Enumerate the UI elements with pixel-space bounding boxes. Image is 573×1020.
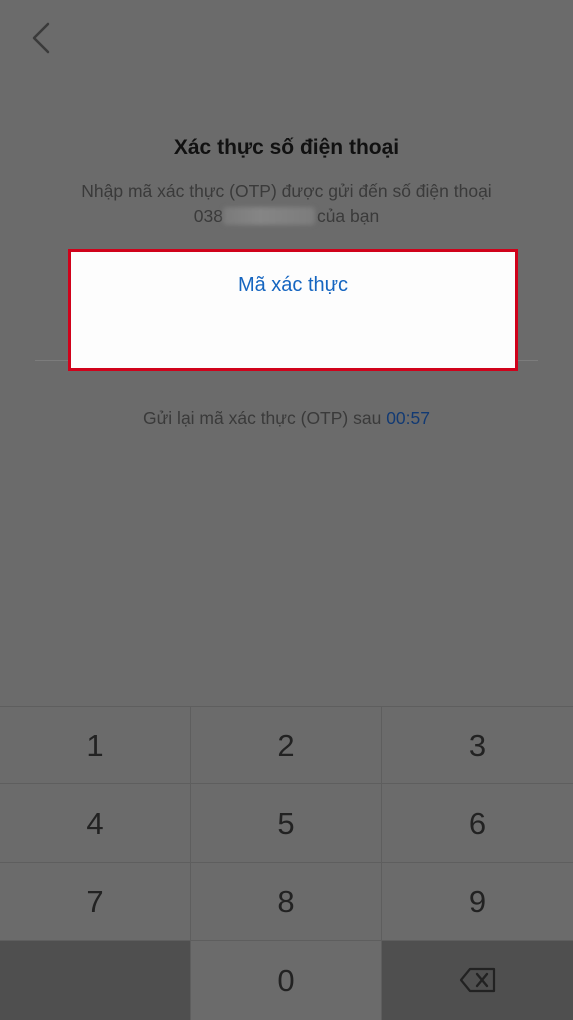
- key-3[interactable]: 3: [382, 707, 573, 784]
- key-2-label: 2: [277, 728, 295, 763]
- otp-verification-screen: Xác thực số điện thoại Nhập mã xác thực …: [0, 0, 573, 1020]
- key-empty: [0, 941, 191, 1020]
- key-0-label: 0: [277, 963, 295, 998]
- key-1-label: 1: [86, 728, 104, 763]
- key-5-label: 5: [277, 806, 295, 841]
- otp-field-highlight: [68, 249, 518, 371]
- back-button[interactable]: [22, 14, 62, 62]
- resend-label: Gửi lại mã xác thực (OTP) sau: [142, 408, 382, 428]
- key-6[interactable]: 6: [382, 784, 573, 863]
- key-2[interactable]: 2: [191, 707, 382, 784]
- masked-phone-number: [222, 207, 315, 225]
- key-3-label: 3: [468, 728, 487, 763]
- key-4-label: 4: [86, 806, 104, 841]
- resend-countdown: 00:57: [386, 408, 430, 428]
- otp-instructions: Nhập mã xác thực (OTP) được gửi đến số đ…: [40, 179, 533, 229]
- key-8-label: 8: [277, 884, 295, 919]
- key-5[interactable]: 5: [191, 784, 382, 863]
- key-7[interactable]: 7: [0, 863, 191, 941]
- key-8[interactable]: 8: [191, 863, 382, 941]
- key-6-label: 6: [468, 806, 487, 841]
- instructions-line-1: Nhập mã xác thực (OTP) được gửi đến số đ…: [81, 181, 492, 201]
- key-7-label: 7: [86, 884, 104, 919]
- chevron-left-icon: [32, 22, 50, 54]
- resend-otp-text: Gửi lại mã xác thực (OTP) sau 00:57: [0, 408, 573, 429]
- backspace-key[interactable]: [382, 941, 573, 1020]
- numeric-keypad: 1 2 3 4 5 6 7 8 9 0: [0, 706, 573, 1020]
- instructions-line-2: 038 của bạn: [40, 204, 533, 229]
- phone-prefix: 038: [193, 206, 223, 226]
- key-9[interactable]: 9: [382, 863, 573, 941]
- key-1[interactable]: 1: [0, 707, 191, 784]
- backspace-icon: [459, 967, 495, 993]
- otp-input[interactable]: [71, 274, 515, 297]
- instructions-suffix: của bạn: [316, 206, 380, 226]
- key-9-label: 9: [468, 884, 487, 919]
- key-4[interactable]: 4: [0, 784, 191, 863]
- key-0[interactable]: 0: [191, 941, 382, 1020]
- page-title: Xác thực số điện thoại: [173, 136, 400, 159]
